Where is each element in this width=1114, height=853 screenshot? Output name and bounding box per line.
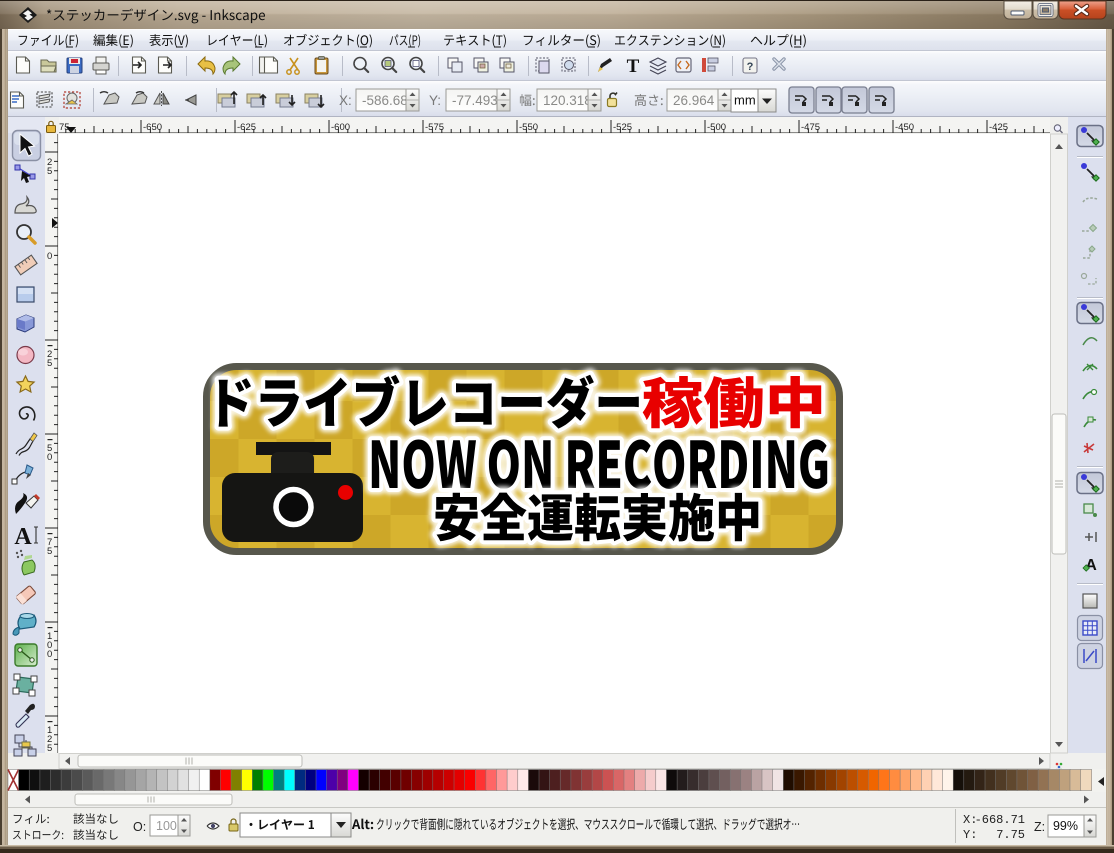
svg-text:-586.68: -586.68 xyxy=(362,93,408,108)
svg-text:0: 0 xyxy=(47,649,52,660)
svg-text:-525: -525 xyxy=(613,122,632,133)
svg-text:T: T xyxy=(627,56,640,77)
svg-text:120.318: 120.318 xyxy=(543,93,592,108)
svg-text:-625: -625 xyxy=(237,122,256,133)
svg-text:-600: -600 xyxy=(331,122,350,133)
svg-text:-475: -475 xyxy=(801,122,820,133)
svg-text:0: 0 xyxy=(47,251,52,262)
svg-text:7.75: 7.75 xyxy=(996,828,1025,842)
svg-text:A: A xyxy=(14,524,32,550)
svg-text:-77.493: -77.493 xyxy=(452,93,498,108)
svg-text:-450: -450 xyxy=(895,122,914,133)
svg-text:26.964: 26.964 xyxy=(673,93,715,108)
svg-text:-575: -575 xyxy=(425,122,444,133)
svg-text:?: ? xyxy=(747,61,754,73)
svg-text:-425: -425 xyxy=(989,122,1008,133)
svg-text:-550: -550 xyxy=(519,122,538,133)
svg-text:0: 0 xyxy=(47,452,52,463)
svg-text:Y:: Y: xyxy=(429,93,441,108)
svg-text:100: 100 xyxy=(156,819,177,833)
svg-text:5: 5 xyxy=(47,166,52,177)
svg-text:-650: -650 xyxy=(143,122,162,133)
svg-text:O:: O: xyxy=(133,820,146,834)
svg-text:-668.71: -668.71 xyxy=(975,813,1025,827)
svg-text:mm: mm xyxy=(734,93,756,108)
svg-text:Y:: Y: xyxy=(963,828,977,842)
svg-text:99%: 99% xyxy=(1053,819,1078,833)
svg-text:5: 5 xyxy=(47,743,52,754)
svg-text:X:: X: xyxy=(339,93,352,108)
svg-text:5: 5 xyxy=(47,358,52,369)
svg-text:-500: -500 xyxy=(707,122,726,133)
svg-text:5: 5 xyxy=(47,546,52,557)
svg-text:Z:: Z: xyxy=(1034,820,1045,834)
